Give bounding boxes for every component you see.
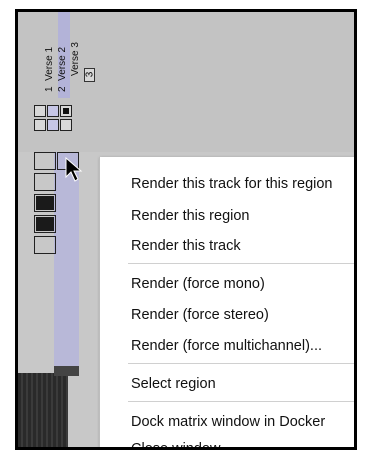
region-name-2: Verse 2 bbox=[57, 46, 68, 81]
region-number-3: 3 bbox=[84, 71, 96, 78]
menu-item-render-track[interactable]: Render this track bbox=[131, 234, 241, 258]
selected-region-column bbox=[54, 152, 79, 366]
region-header-2[interactable]: 2 Verse 2 bbox=[57, 12, 70, 98]
track-waveform-strip-2 bbox=[54, 366, 79, 376]
matrix-cell[interactable] bbox=[34, 173, 56, 191]
master-cell-4[interactable] bbox=[34, 119, 46, 131]
matrix-cell[interactable] bbox=[34, 152, 56, 170]
matrix-cell[interactable] bbox=[34, 215, 56, 233]
master-cell-6[interactable] bbox=[60, 119, 72, 131]
region-name-1: Verse 1 bbox=[44, 46, 55, 81]
menu-item-render-region[interactable]: Render this region bbox=[131, 204, 250, 228]
context-menu: Render this track for this region Render… bbox=[99, 157, 354, 447]
region-header-1[interactable]: 1 Verse 1 bbox=[44, 12, 57, 98]
menu-item-dock-matrix-window[interactable]: Dock matrix window in Docker bbox=[131, 410, 325, 434]
menu-item-close-window[interactable]: Close window bbox=[131, 437, 220, 447]
menu-item-select-region[interactable]: Select region bbox=[131, 372, 216, 396]
matrix-cell[interactable] bbox=[34, 194, 56, 212]
region-header-label-1: 1 Verse 1 bbox=[44, 47, 55, 92]
master-cell-5[interactable] bbox=[47, 119, 59, 131]
menu-separator bbox=[128, 401, 354, 402]
region-name-3: Verse 3 bbox=[70, 42, 81, 76]
menu-item-render-track-for-region[interactable]: Render this track for this region bbox=[131, 172, 332, 196]
region-header-area: 1 Verse 1 2 Verse 2 Verse 3 3 bbox=[18, 12, 354, 152]
region-header-3[interactable]: Verse 3 bbox=[70, 12, 83, 98]
region-number-2: 2 bbox=[57, 86, 68, 92]
matrix-cell[interactable] bbox=[34, 236, 56, 254]
master-cell-1[interactable] bbox=[34, 105, 46, 117]
track-waveform-strip bbox=[18, 373, 68, 447]
mouse-pointer-icon bbox=[65, 157, 83, 182]
menu-separator bbox=[128, 263, 354, 264]
menu-separator bbox=[128, 363, 354, 364]
menu-item-render-force-multichannel[interactable]: Render (force multichannel)... bbox=[131, 334, 322, 358]
menu-item-render-force-stereo[interactable]: Render (force stereo) bbox=[131, 303, 269, 327]
region-header-label-2: 2 Verse 2 bbox=[57, 47, 68, 92]
region-number-box-3[interactable]: 3 bbox=[84, 68, 95, 82]
track-matrix-area bbox=[18, 152, 88, 447]
region-number-1: 1 bbox=[44, 86, 55, 92]
menu-item-render-force-mono[interactable]: Render (force mono) bbox=[131, 272, 265, 296]
region-matrix-window: 1 Verse 1 2 Verse 2 Verse 3 3 Render thi… bbox=[15, 9, 357, 450]
master-cell-2[interactable] bbox=[47, 105, 59, 117]
master-cell-3[interactable] bbox=[60, 105, 72, 117]
region-header-label-3: Verse 3 bbox=[70, 42, 81, 76]
